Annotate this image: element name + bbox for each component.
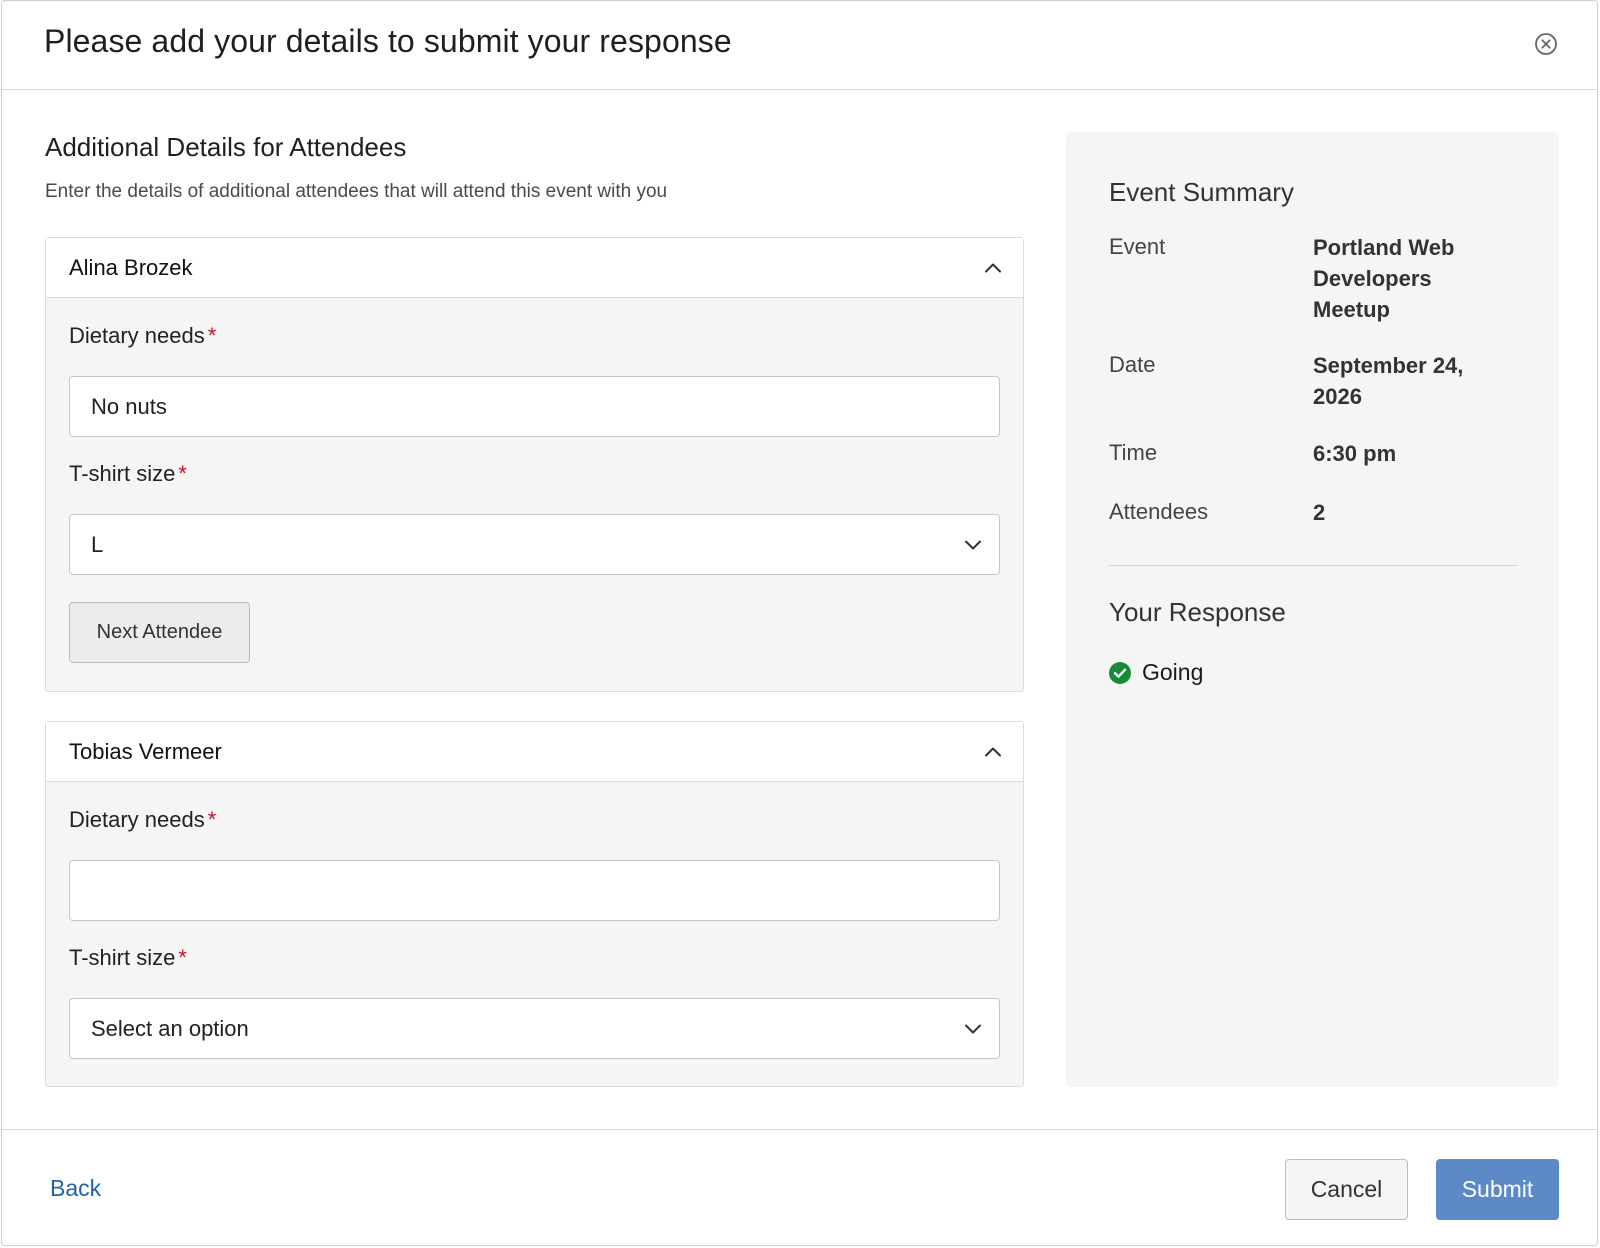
close-circle-icon bbox=[1535, 33, 1557, 55]
summary-value-attendees: 2 bbox=[1313, 500, 1326, 525]
attendee-name: Tobias Vermeer bbox=[69, 739, 222, 764]
chevron-up-icon bbox=[985, 747, 1001, 757]
check-circle-icon bbox=[1109, 662, 1131, 684]
attendee-card: Tobias Vermeer Dietary needs * T-shirt si… bbox=[45, 721, 1024, 1087]
summary-value-event: Portland Web Developers Meetup bbox=[1313, 235, 1455, 322]
summary-divider bbox=[1109, 565, 1518, 566]
chevron-down-icon bbox=[965, 540, 981, 550]
dietary-needs-input[interactable] bbox=[69, 376, 1000, 437]
dietary-needs-label: Dietary needs * bbox=[69, 807, 216, 833]
required-marker: * bbox=[178, 945, 187, 970]
response-status: Going bbox=[1142, 659, 1204, 685]
next-attendee-button[interactable]: Next Attendee bbox=[69, 602, 250, 663]
dietary-needs-label-text: Dietary needs bbox=[69, 323, 205, 348]
summary-label-attendees: Attendees bbox=[1109, 499, 1209, 524]
required-marker: * bbox=[207, 807, 217, 832]
required-marker: * bbox=[178, 461, 187, 486]
dietary-needs-label-text: Dietary needs bbox=[69, 807, 205, 832]
tshirt-size-label-text: T-shirt size bbox=[69, 461, 176, 486]
back-link[interactable]: Back bbox=[50, 1175, 101, 1202]
section-description: Enter the details of additional attendee… bbox=[45, 181, 668, 202]
cancel-button[interactable]: Cancel bbox=[1285, 1159, 1408, 1220]
attendee-card-header[interactable]: Alina Brozek bbox=[46, 238, 1023, 298]
submit-button[interactable]: Submit bbox=[1436, 1159, 1559, 1220]
tshirt-size-label: T-shirt size * bbox=[69, 945, 187, 971]
tshirt-size-select[interactable]: L bbox=[69, 514, 1000, 575]
summary-label-date: Date bbox=[1109, 352, 1156, 377]
event-summary-title: Event Summary bbox=[1109, 177, 1294, 207]
dialog-title: Please add your details to submit your r… bbox=[44, 23, 732, 59]
dietary-needs-label: Dietary needs * bbox=[69, 323, 216, 349]
dialog-header: Please add your details to submit your r… bbox=[2, 1, 1597, 90]
attendee-card: Alina Brozek Dietary needs* T-shirt size… bbox=[45, 237, 1024, 692]
tshirt-size-value: Select an option bbox=[91, 1016, 249, 1041]
required-marker: * bbox=[207, 323, 217, 348]
event-summary-panel: Event Summary Event Portland Web Develop… bbox=[1066, 132, 1559, 1087]
rsvp-details-dialog: Please add your details to submit your r… bbox=[1, 0, 1598, 1246]
section-title: Additional Details for Attendees bbox=[45, 132, 407, 162]
summary-label-time: Time bbox=[1109, 440, 1158, 465]
dietary-needs-input[interactable] bbox=[69, 860, 1000, 921]
summary-value-date: September 24, 2026 bbox=[1313, 353, 1464, 409]
close-button[interactable] bbox=[1534, 32, 1558, 56]
summary-label-event: Event bbox=[1109, 234, 1166, 259]
attendee-card-header[interactable]: Tobias Vermeer bbox=[46, 722, 1023, 782]
chevron-down-icon bbox=[965, 1024, 981, 1034]
attendee-name: Alina Brozek bbox=[69, 255, 193, 280]
tshirt-size-label-text: T-shirt size bbox=[69, 945, 176, 970]
chevron-up-icon bbox=[985, 263, 1001, 273]
tshirt-size-value: L bbox=[91, 532, 104, 557]
tshirt-size-label: T-shirt size * bbox=[69, 461, 187, 487]
summary-value-time: 6:30 pm bbox=[1313, 441, 1397, 466]
your-response-title: Your Response bbox=[1109, 597, 1286, 627]
tshirt-size-select[interactable]: Select an option bbox=[69, 998, 1000, 1059]
